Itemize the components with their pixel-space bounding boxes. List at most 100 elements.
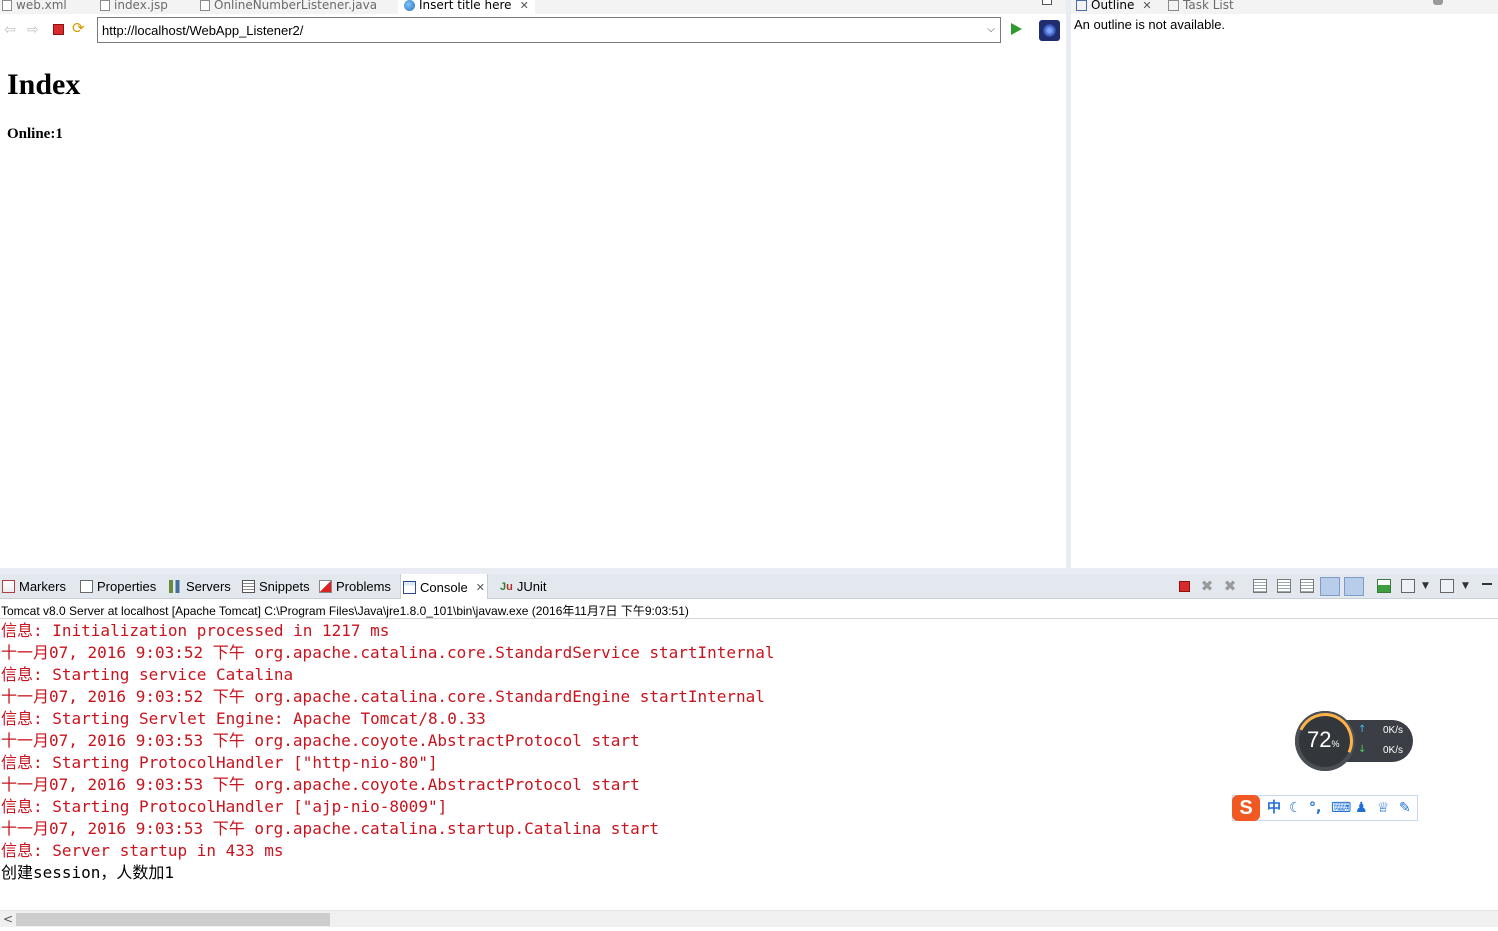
- maximize-editor-button[interactable]: [1042, 0, 1052, 5]
- skin-icon[interactable]: ♕: [1377, 800, 1390, 816]
- console-line: 十一月07, 2016 9:03:52 下午 org.apache.catali…: [1, 643, 775, 662]
- user-icon[interactable]: ♟: [1355, 800, 1368, 816]
- refresh-icon[interactable]: ⟳: [72, 20, 85, 36]
- pin-console-icon[interactable]: [1377, 579, 1391, 593]
- tab-index-jsp[interactable]: index.jsp: [100, 0, 168, 14]
- tab-outline[interactable]: Outline ✕: [1076, 0, 1152, 14]
- open-console-dropdown-icon[interactable]: ▼: [1462, 579, 1476, 593]
- globe-icon: [404, 0, 415, 11]
- keyboard-icon[interactable]: ⌨: [1331, 800, 1351, 816]
- tab-label: Outline: [1091, 0, 1135, 12]
- tab-label: OnlineNumberListener.java: [214, 0, 378, 12]
- xml-file-icon: [2, 0, 12, 11]
- tab-online-number-listener[interactable]: OnlineNumberListener.java: [200, 0, 377, 14]
- tab-console[interactable]: Console ✕: [400, 574, 488, 600]
- ime-mode[interactable]: 中: [1267, 800, 1281, 816]
- jsp-file-icon: [100, 0, 110, 11]
- console-icon: [403, 580, 416, 594]
- forward-arrow-icon[interactable]: ⇨: [27, 23, 39, 37]
- scroll-left-icon[interactable]: <: [3, 912, 13, 926]
- scroll-lock-icon[interactable]: [1277, 579, 1291, 593]
- go-icon[interactable]: [1011, 23, 1022, 35]
- tab-label: Console: [420, 579, 468, 595]
- minimize-view-icon[interactable]: [1482, 583, 1492, 587]
- junit-icon: Ju: [500, 580, 513, 593]
- remove-all-launches-icon[interactable]: ✖: [1223, 579, 1237, 594]
- console-output[interactable]: 信息: Initialization processed in 1217 ms …: [0, 620, 1498, 910]
- remove-launch-icon[interactable]: ✖: [1200, 579, 1214, 594]
- console-line: 信息: Starting ProtocolHandler ["ajp-nio-8…: [1, 797, 448, 816]
- tab-junit[interactable]: Ju JUnit: [498, 574, 548, 599]
- console-line: 信息: Starting ProtocolHandler ["http-nio-…: [1, 753, 438, 772]
- tab-markers[interactable]: Markers: [0, 574, 68, 599]
- tab-label: index.jsp: [114, 0, 168, 12]
- ime-toolbar[interactable]: S 中 ☾ °, ⌨ ♟ ♕ ✎: [1232, 795, 1418, 821]
- servers-icon: [169, 580, 182, 593]
- clear-console-icon[interactable]: [1253, 579, 1267, 593]
- settings-wrench-icon[interactable]: ✎: [1399, 800, 1411, 816]
- outline-panel: An outline is not available.: [1071, 14, 1498, 568]
- tab-task-list[interactable]: Task List: [1168, 0, 1234, 14]
- upload-speed: 0K/s: [1383, 725, 1404, 736]
- tab-label: Task List: [1183, 0, 1234, 12]
- open-console-icon[interactable]: [1440, 579, 1454, 593]
- horizontal-scrollbar[interactable]: <: [0, 910, 1498, 927]
- browser-content: Index Online:1: [0, 46, 1066, 568]
- java-file-icon: [200, 0, 210, 11]
- task-list-icon: [1168, 0, 1179, 11]
- console-line: 十一月07, 2016 9:03:52 下午 org.apache.catali…: [1, 687, 765, 706]
- back-arrow-icon[interactable]: ⇦: [4, 23, 16, 37]
- memory-percent: 72%: [1307, 727, 1340, 752]
- show-on-stdout-icon[interactable]: [1320, 577, 1340, 596]
- console-line: 信息: Starting Servlet Engine: Apache Tomc…: [1, 709, 486, 728]
- online-count: Online:1: [7, 126, 63, 142]
- display-console-icon[interactable]: [1401, 579, 1415, 593]
- chevron-down-icon[interactable]: ⌵: [982, 18, 1000, 42]
- display-console-dropdown-icon[interactable]: ▼: [1422, 579, 1436, 593]
- views-tab-bar: Markers Properties Servers Snippets Prob…: [0, 574, 1498, 600]
- tab-properties[interactable]: Properties: [78, 574, 158, 599]
- console-line: 创建session，人数加1: [1, 863, 175, 882]
- show-on-stderr-icon[interactable]: [1344, 577, 1364, 596]
- download-speed: 0K/s: [1383, 745, 1404, 756]
- url-text: http://localhost/WebApp_Listener2/: [102, 23, 304, 38]
- tab-label: Insert title here: [419, 0, 512, 12]
- network-monitor-widget[interactable]: 72% ↑ 0K/s ↓ 0K/s: [1295, 711, 1415, 771]
- console-line: 信息: Initialization processed in 1217 ms: [1, 621, 390, 640]
- outline-icon: [1076, 0, 1087, 11]
- tab-insert-title-here[interactable]: Insert title here ✕: [398, 0, 535, 14]
- punctuation-icon[interactable]: °,: [1309, 800, 1321, 816]
- tab-servers[interactable]: Servers: [167, 574, 233, 599]
- terminate-icon[interactable]: [1179, 581, 1190, 592]
- tab-web-xml[interactable]: web.xml: [2, 0, 67, 14]
- tab-problems[interactable]: Problems: [317, 574, 393, 599]
- bottom-edge: [0, 927, 1498, 931]
- console-process-title: Tomcat v8.0 Server at localhost [Apache …: [0, 599, 1498, 619]
- console-title-text: Tomcat v8.0 Server at localhost [Apache …: [1, 604, 689, 618]
- stop-icon[interactable]: [53, 24, 64, 35]
- tab-label: Properties: [97, 579, 157, 594]
- console-line: 十一月07, 2016 9:03:53 下午 org.apache.catali…: [1, 819, 659, 838]
- word-wrap-icon[interactable]: [1300, 579, 1314, 593]
- properties-icon: [80, 580, 93, 593]
- view-menu-icon[interactable]: [1433, 0, 1443, 5]
- close-tab-icon[interactable]: ✕: [1142, 0, 1151, 12]
- close-tab-icon[interactable]: ✕: [520, 0, 529, 12]
- console-line: 十一月07, 2016 9:03:53 下午 org.apache.coyote…: [1, 775, 640, 794]
- sogou-logo-icon[interactable]: S: [1232, 795, 1260, 821]
- tab-snippets[interactable]: Snippets: [240, 574, 312, 599]
- tab-label: JUnit: [516, 579, 547, 594]
- tab-label: Problems: [336, 579, 391, 594]
- snippets-icon: [242, 580, 255, 593]
- console-line: 十一月07, 2016 9:03:53 下午 org.apache.coyote…: [1, 731, 640, 750]
- markers-icon: [2, 580, 15, 593]
- moon-icon[interactable]: ☾: [1289, 800, 1302, 816]
- editor-tab-bar: web.xml index.jsp OnlineNumberListener.j…: [0, 0, 1066, 14]
- upload-arrow-icon: ↑: [1358, 724, 1367, 735]
- url-field[interactable]: http://localhost/WebApp_Listener2/ ⌵: [97, 17, 1001, 43]
- scrollbar-thumb[interactable]: [16, 913, 330, 926]
- eclipse-icon[interactable]: [1039, 20, 1060, 41]
- download-arrow-icon: ↓: [1358, 744, 1367, 755]
- tab-label: Servers: [186, 579, 231, 594]
- close-tab-icon[interactable]: ✕: [476, 581, 485, 594]
